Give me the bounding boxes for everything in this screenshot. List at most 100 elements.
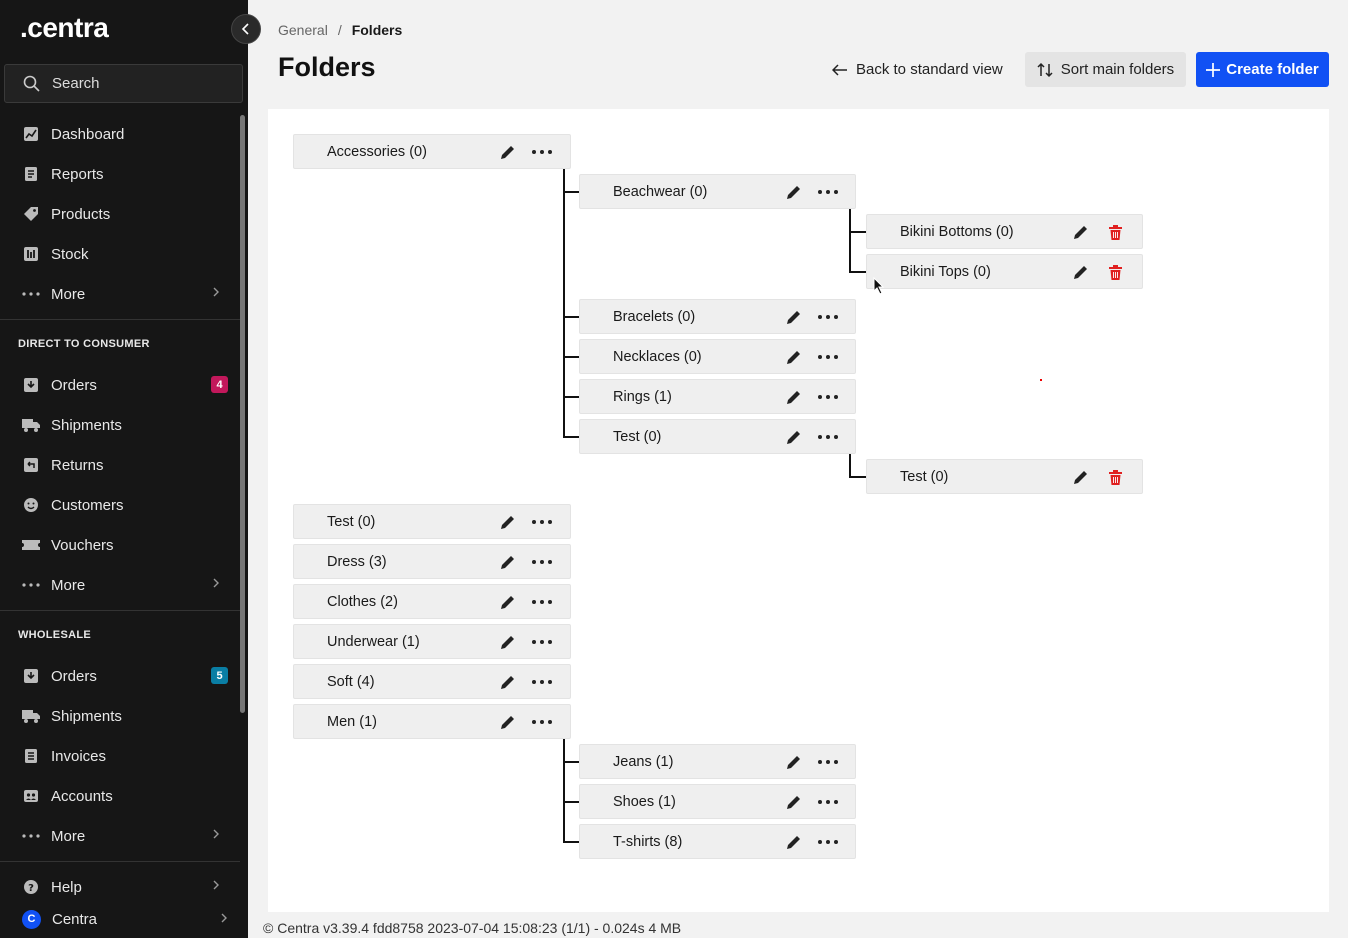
nav-dtc-more[interactable]: More [0, 565, 240, 605]
nav-dtc-customers[interactable]: Customers [0, 485, 240, 525]
folder-underwear[interactable]: Underwear (1) [293, 624, 571, 659]
sidebar-scrollbar[interactable] [240, 115, 245, 713]
folder-bikini-tops[interactable]: Bikini Tops (0) [866, 254, 1143, 289]
pencil-icon[interactable] [499, 713, 517, 731]
voucher-icon [22, 536, 40, 554]
pencil-icon[interactable] [499, 513, 517, 531]
folder-jeans[interactable]: Jeans (1) [579, 744, 856, 779]
pencil-icon[interactable] [1072, 468, 1090, 486]
pencil-icon[interactable] [785, 833, 803, 851]
nav-wholesale-accounts[interactable]: Accounts [0, 776, 240, 816]
folder-name: Necklaces (0) [613, 349, 702, 365]
page-title: Folders [278, 52, 376, 82]
more-options-icon[interactable] [531, 553, 553, 571]
help-icon: ? [22, 878, 40, 896]
folder-name: Underwear (1) [327, 634, 420, 650]
folder-bracelets[interactable]: Bracelets (0) [579, 299, 856, 334]
collapse-sidebar-button[interactable] [231, 14, 261, 44]
more-options-icon[interactable] [817, 793, 839, 811]
more-options-icon[interactable] [817, 388, 839, 406]
nav-products[interactable]: Products [0, 194, 240, 234]
nav-dtc-orders[interactable]: Orders 4 [0, 365, 240, 405]
more-options-icon[interactable] [817, 833, 839, 851]
button-label: Back to standard view [856, 61, 1003, 78]
more-options-icon[interactable] [817, 428, 839, 446]
folder-rings[interactable]: Rings (1) [579, 379, 856, 414]
create-folder-button[interactable]: Create folder [1196, 52, 1329, 87]
folder-soft[interactable]: Soft (4) [293, 664, 571, 699]
folder-accessories[interactable]: Accessories (0) [293, 134, 571, 169]
trash-icon[interactable] [1104, 263, 1126, 281]
orders-icon [22, 667, 40, 685]
tree-connector [563, 801, 579, 803]
pencil-icon[interactable] [499, 553, 517, 571]
centra-logo[interactable]: .centra [20, 12, 109, 44]
nav-wholesale-more[interactable]: More [0, 816, 240, 856]
pencil-icon[interactable] [785, 348, 803, 366]
pencil-icon[interactable] [1072, 223, 1090, 241]
folder-test-sub[interactable]: Test (0) [579, 419, 856, 454]
more-options-icon[interactable] [531, 593, 553, 611]
nav-wholesale-invoices[interactable]: Invoices [0, 736, 240, 776]
tree-connector [563, 739, 565, 842]
folder-tshirts[interactable]: T-shirts (8) [579, 824, 856, 859]
more-options-icon[interactable] [817, 183, 839, 201]
back-to-standard-view-button[interactable]: Back to standard view [832, 52, 1003, 87]
folder-shoes[interactable]: Shoes (1) [579, 784, 856, 819]
nav-stock[interactable]: Stock [0, 234, 240, 274]
trash-icon[interactable] [1104, 223, 1126, 241]
divider [0, 319, 240, 320]
nav-dtc-vouchers[interactable]: Vouchers [0, 525, 240, 565]
folder-test-main[interactable]: Test (0) [293, 504, 571, 539]
nav-dtc-shipments[interactable]: Shipments [0, 405, 240, 445]
folder-men[interactable]: Men (1) [293, 704, 571, 739]
tree-connector [849, 271, 866, 273]
folder-name: Test (0) [613, 429, 662, 445]
pencil-icon[interactable] [499, 633, 517, 651]
nav-account[interactable]: C Centra [0, 900, 240, 938]
pencil-icon[interactable] [499, 593, 517, 611]
folder-name: Dress (3) [327, 554, 387, 570]
more-options-icon[interactable] [531, 673, 553, 691]
pencil-icon[interactable] [785, 793, 803, 811]
folder-clothes[interactable]: Clothes (2) [293, 584, 571, 619]
sort-main-folders-button[interactable]: Sort main folders [1025, 52, 1186, 87]
tree-connector [563, 356, 579, 358]
more-options-icon[interactable] [531, 143, 553, 161]
trash-icon[interactable] [1104, 468, 1126, 486]
nav-dtc-returns[interactable]: Returns [0, 445, 240, 485]
nav-wholesale-shipments[interactable]: Shipments [0, 696, 240, 736]
tree-connector [563, 436, 579, 438]
more-options-icon[interactable] [817, 308, 839, 326]
folder-necklaces[interactable]: Necklaces (0) [579, 339, 856, 374]
nav-dashboard[interactable]: Dashboard [0, 114, 240, 154]
pencil-icon[interactable] [1072, 263, 1090, 281]
nav-wholesale-orders[interactable]: Orders 5 [0, 656, 240, 696]
pencil-icon[interactable] [785, 183, 803, 201]
truck-icon [22, 416, 40, 434]
pencil-icon[interactable] [499, 673, 517, 691]
pencil-icon[interactable] [785, 308, 803, 326]
pencil-icon[interactable] [499, 143, 517, 161]
more-options-icon[interactable] [531, 713, 553, 731]
pencil-icon[interactable] [785, 388, 803, 406]
nav-more-main[interactable]: More [0, 274, 240, 314]
nav-label: Invoices [51, 747, 107, 765]
breadcrumb-separator: / [337, 22, 342, 38]
more-options-icon[interactable] [817, 348, 839, 366]
more-options-icon[interactable] [531, 513, 553, 531]
more-options-icon[interactable] [531, 633, 553, 651]
folder-test-subsub[interactable]: Test (0) [866, 459, 1143, 494]
folder-bikini-bottoms[interactable]: Bikini Bottoms (0) [866, 214, 1143, 249]
breadcrumb-parent[interactable]: General [278, 22, 328, 38]
folder-beachwear[interactable]: Beachwear (0) [579, 174, 856, 209]
search-field[interactable]: Search [4, 64, 243, 103]
pencil-icon[interactable] [785, 428, 803, 446]
pencil-icon[interactable] [785, 753, 803, 771]
orders-count-badge: 5 [211, 667, 228, 684]
dots-icon [22, 285, 40, 303]
more-options-icon[interactable] [817, 753, 839, 771]
nav-reports[interactable]: Reports [0, 154, 240, 194]
divider [0, 861, 240, 862]
folder-dress[interactable]: Dress (3) [293, 544, 571, 579]
